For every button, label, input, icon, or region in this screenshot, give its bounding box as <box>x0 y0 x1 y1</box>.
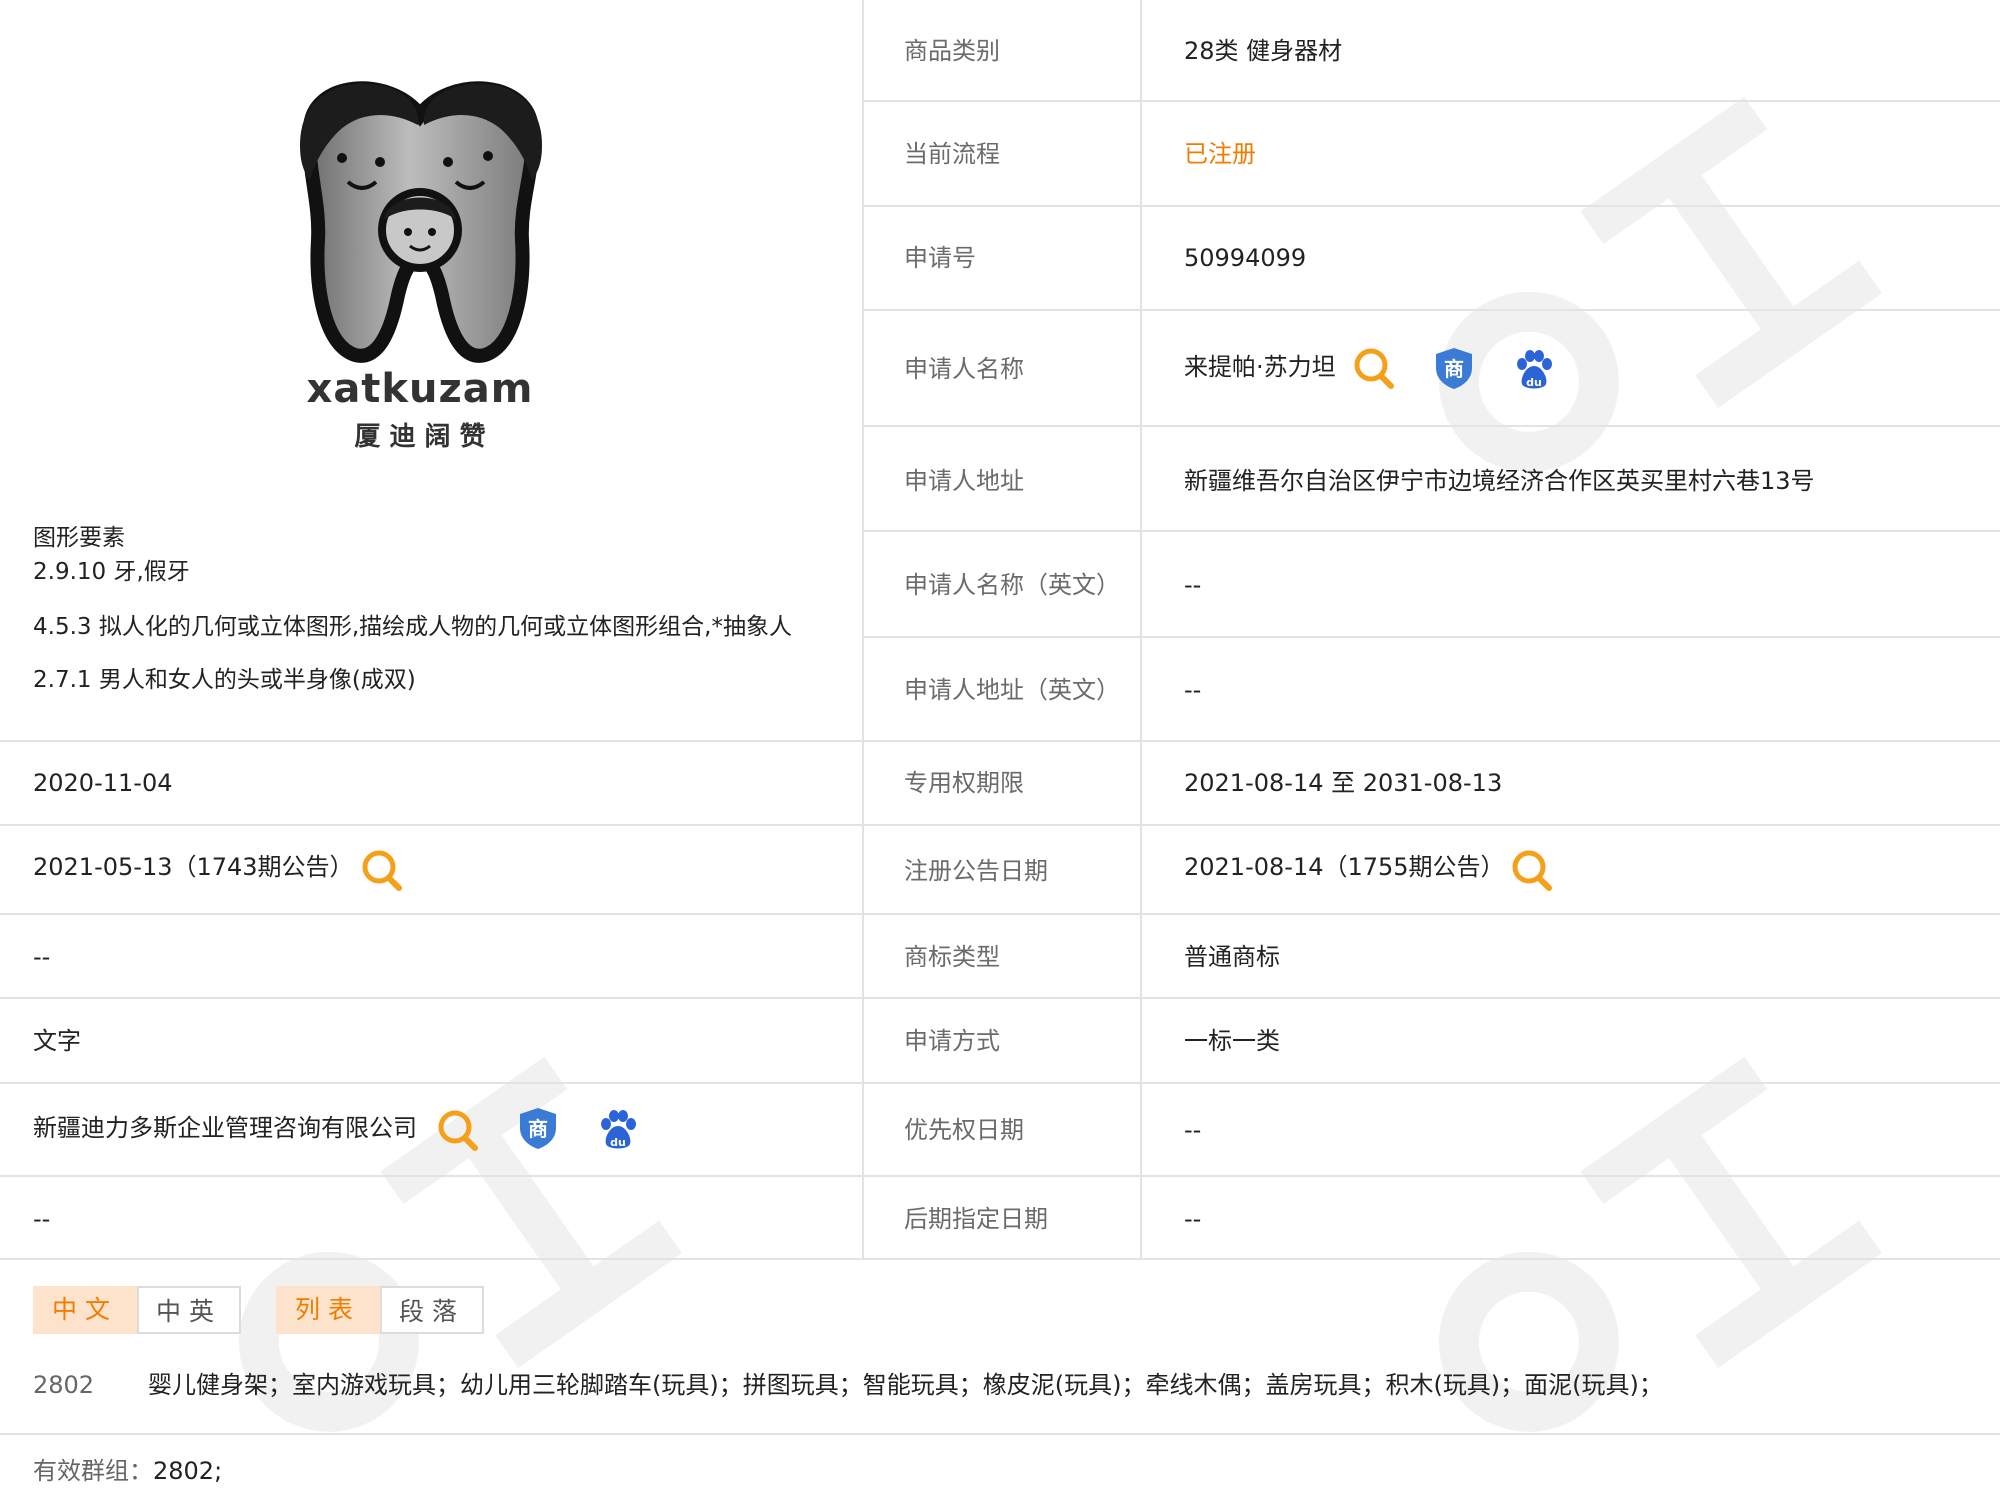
row-divider <box>864 530 2000 532</box>
row-divider <box>0 913 2000 915</box>
value-application-number: 50994099 <box>1184 244 1307 272</box>
row-divider <box>0 1175 2000 1177</box>
baidu-text: du <box>610 1136 626 1149</box>
figure-element-item: 4.5.3 拟人化的几何或立体图形,描绘成人物的几何或立体图形组合,*抽象人 <box>33 614 792 640</box>
value-left-empty: -- <box>33 1205 51 1233</box>
figure-elements-title: 图形要素 <box>33 525 125 551</box>
value-priority-date: -- <box>1184 1116 1202 1144</box>
value-left-empty: -- <box>33 943 51 971</box>
label-goods-class: 商品类别 <box>904 37 1000 65</box>
label-application-number: 申请号 <box>904 244 976 272</box>
watermark <box>1438 96 1883 472</box>
value-registration-notice-date: 2021-08-14（1755期公告） <box>1184 853 1505 881</box>
trademark-shield-icon[interactable]: 商 <box>1432 346 1476 390</box>
label-trademark-type: 商标类型 <box>904 943 1000 971</box>
baidu-text: du <box>1526 376 1542 389</box>
value-current-process: 已注册 <box>1184 140 1256 168</box>
row-divider <box>864 425 2000 427</box>
column-divider <box>862 0 864 1258</box>
tooth-family-logo-image <box>300 81 542 363</box>
label-later-designation-date: 后期指定日期 <box>904 1205 1048 1233</box>
value-preliminary-notice-date: 2021-05-13（1743期公告） <box>33 853 354 881</box>
valid-group: 有效群组：2802; <box>33 1456 222 1486</box>
trademark-shield-icon[interactable]: 商 <box>516 1106 560 1150</box>
value-agency-name: 新疆迪力多斯企业管理咨询有限公司 <box>33 1114 417 1142</box>
baidu-paw-icon[interactable]: du <box>596 1108 640 1152</box>
goods-group-code: 2802 <box>33 1371 95 1399</box>
row-divider <box>0 997 2000 999</box>
search-icon[interactable] <box>1510 848 1554 892</box>
valid-group-label: 有效群组： <box>33 1457 153 1485</box>
shield-char: 商 <box>1444 357 1464 381</box>
row-divider <box>0 824 2000 826</box>
figure-element-item: 2.9.10 牙,假牙 <box>33 559 190 585</box>
row-divider <box>864 205 2000 207</box>
tab-paragraph-view[interactable]: 段落 <box>380 1286 484 1334</box>
value-applicant-address-en: -- <box>1184 676 1202 704</box>
logo-brand-cn: 厦 迪 阔 赞 <box>354 422 486 452</box>
value-application-method: 一标一类 <box>1184 1027 1280 1055</box>
value-exclusive-period: 2021-08-14 至 2031-08-13 <box>1184 769 1503 797</box>
search-icon[interactable] <box>1352 346 1396 390</box>
row-divider <box>0 1082 2000 1084</box>
shield-char: 商 <box>528 1117 548 1141</box>
goods-items: 婴儿健身架；室内游戏玩具；幼儿用三轮脚踏车(玩具)；拼图玩具；智能玩具；橡皮泥(… <box>148 1371 1663 1399</box>
value-applicant-name: 来提帕·苏力坦 <box>1184 353 1336 381</box>
label-applicant-address: 申请人地址 <box>904 467 1024 495</box>
value-trademark-type: 普通商标 <box>1184 943 1280 971</box>
row-divider <box>864 309 2000 311</box>
row-divider <box>0 1258 2000 1260</box>
trademark-logo: xatkuzam 厦 迪 阔 赞 <box>270 70 570 452</box>
tab-chinese[interactable]: 中文 <box>33 1286 137 1334</box>
value-applicant-name-en: -- <box>1184 571 1202 599</box>
label-registration-notice-date: 注册公告日期 <box>904 857 1048 885</box>
search-icon[interactable] <box>360 848 404 892</box>
label-current-process: 当前流程 <box>904 140 1000 168</box>
value-application-date: 2020-11-04 <box>33 769 173 797</box>
logo-brand-text: xatkuzam <box>306 366 534 412</box>
value-applicant-address: 新疆维吾尔自治区伊宁市边境经济合作区英买里村六巷13号 <box>1184 467 1815 495</box>
valid-group-value: 2802; <box>153 1457 223 1485</box>
label-applicant-name-en: 申请人名称（英文） <box>904 571 1120 599</box>
baidu-paw-icon[interactable]: du <box>1512 348 1556 392</box>
label-application-method: 申请方式 <box>904 1027 1000 1055</box>
tab-list-view[interactable]: 列表 <box>276 1286 380 1334</box>
label-applicant-name: 申请人名称 <box>904 355 1024 383</box>
figure-element-item: 2.7.1 男人和女人的头或半身像(成双) <box>33 667 416 693</box>
label-priority-date: 优先权日期 <box>904 1116 1024 1144</box>
tab-chinese-english[interactable]: 中英 <box>137 1286 241 1334</box>
column-divider <box>1140 0 1142 1258</box>
label-exclusive-period: 专用权期限 <box>904 769 1024 797</box>
value-trademark-form: 文字 <box>33 1027 81 1055</box>
row-divider <box>0 1433 2000 1435</box>
row-divider <box>864 636 2000 638</box>
row-divider <box>864 100 2000 102</box>
value-later-designation-date: -- <box>1184 1205 1202 1233</box>
value-goods-class: 28类 健身器材 <box>1184 37 1343 65</box>
search-icon[interactable] <box>436 1108 480 1152</box>
label-applicant-address-en: 申请人地址（英文） <box>904 676 1120 704</box>
row-divider <box>0 740 2000 742</box>
